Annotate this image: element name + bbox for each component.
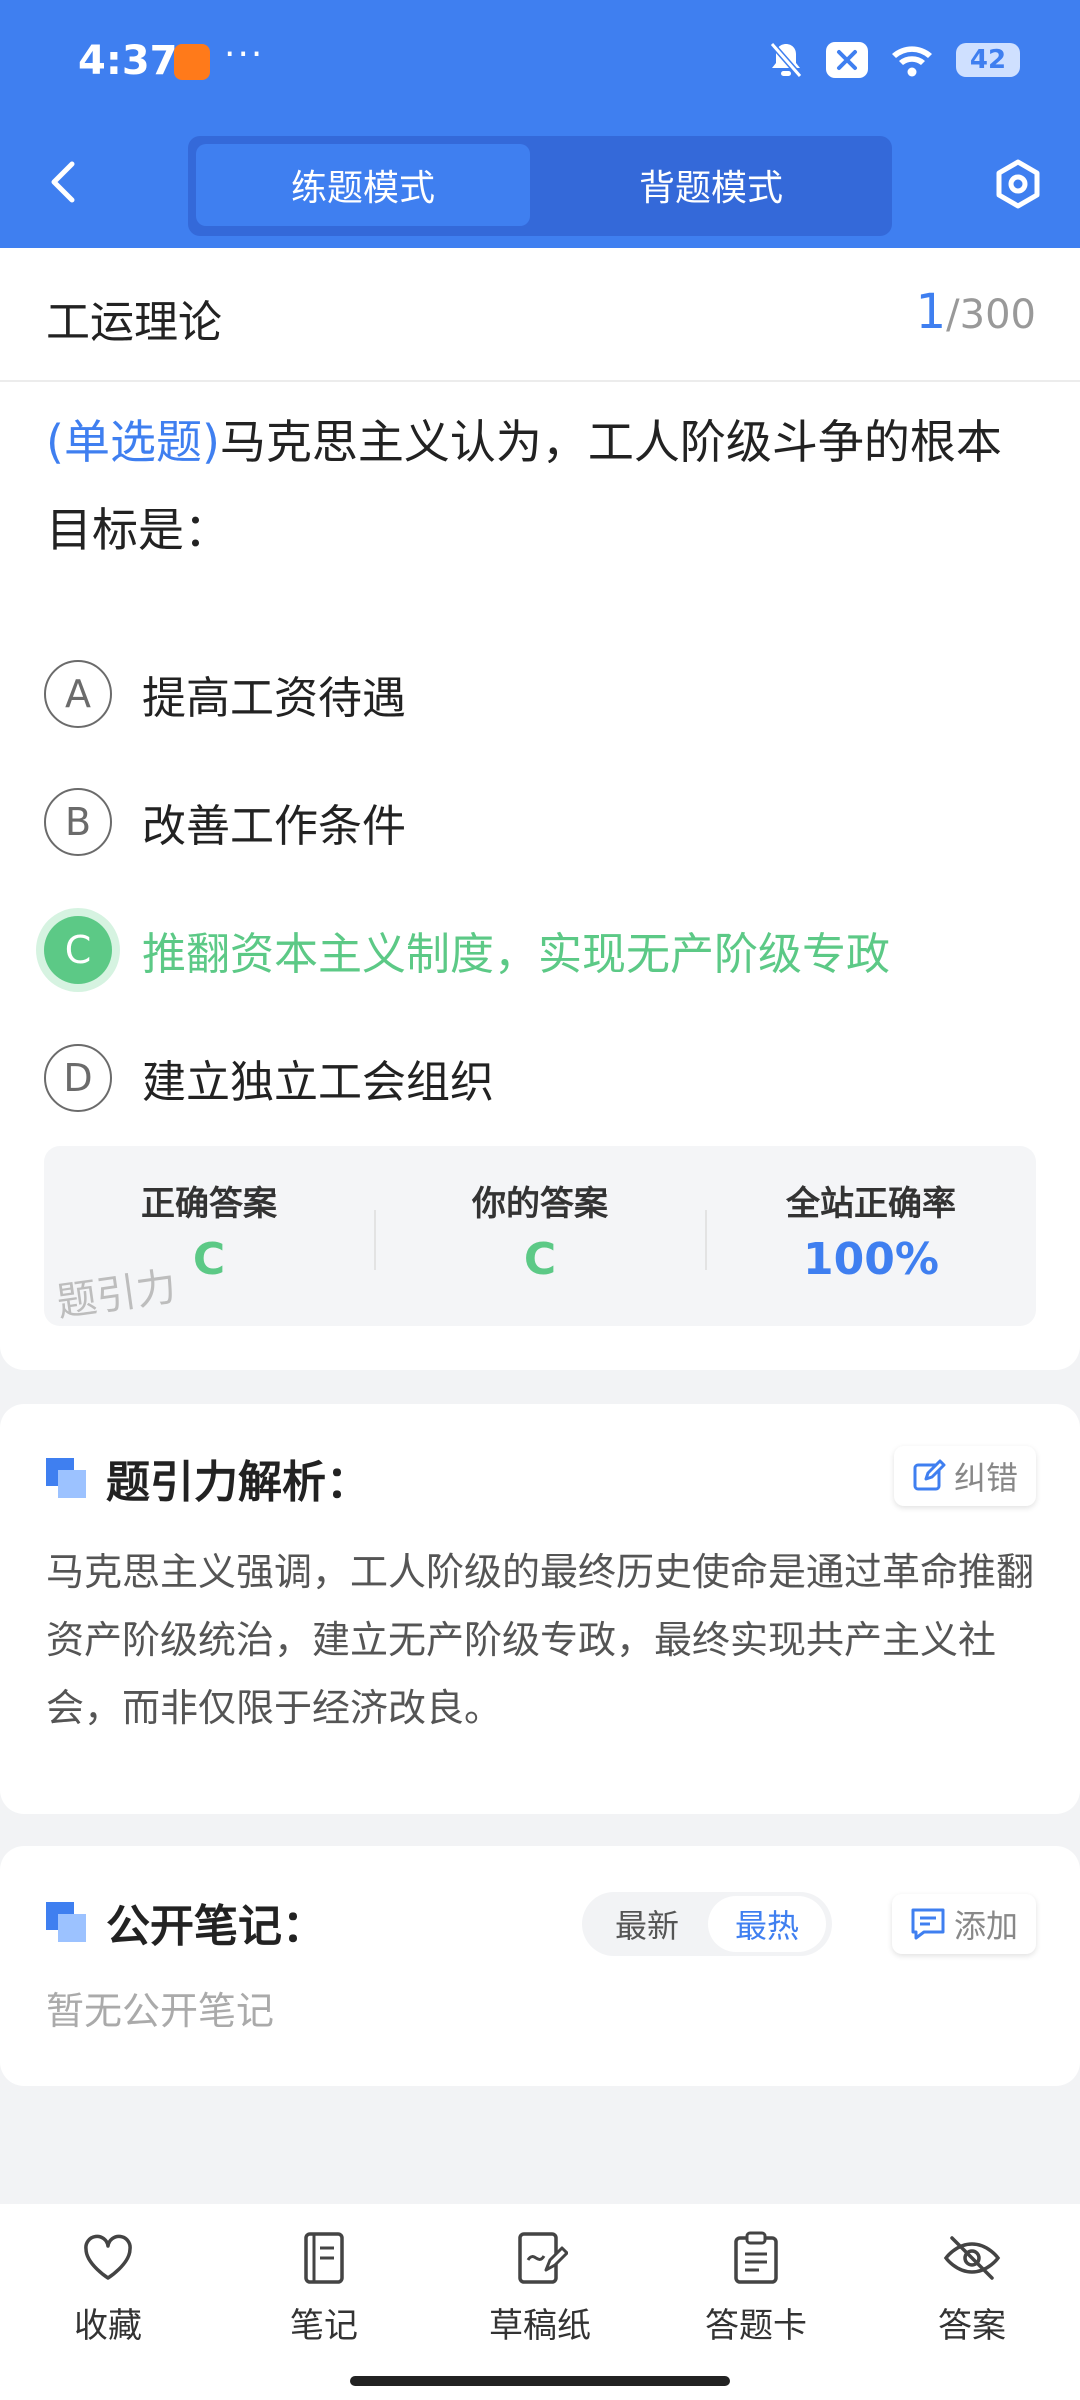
option-b[interactable]: B 改善工作条件 [44, 784, 1034, 860]
nav-draft[interactable]: 草稿纸 [460, 2230, 620, 2347]
question-card: 工运理论 1/300 (单选题)马克思主义认为，工人阶级斗争的根本目标是： A … [0, 248, 1080, 1370]
analysis-title-text: 题引力解析： [106, 1457, 370, 1508]
mode-toggle: 练题模式 背题模式 [188, 136, 892, 236]
edit-icon [913, 1459, 946, 1491]
question-text: (单选题)马克思主义认为，工人阶级斗争的根本目标是： [46, 398, 1036, 574]
status-icons: 42 [768, 40, 1020, 80]
subject-title: 工运理论 [46, 297, 222, 348]
wifi-icon [892, 46, 932, 77]
option-c-text: 推翻资本主义制度，实现无产阶级专政 [142, 929, 890, 980]
notes-title: 公开笔记： [46, 1890, 326, 1954]
nav-notes-label: 笔记 [290, 2306, 358, 2346]
accuracy-col: 全站正确率 100% [706, 1146, 1036, 1326]
battery-indicator: 42 [956, 43, 1020, 77]
nav-favorite-label: 收藏 [74, 2306, 142, 2346]
option-d-letter: D [44, 1044, 112, 1112]
option-b-letter: B [44, 788, 112, 856]
option-a-letter: A [44, 660, 112, 728]
option-a[interactable]: A 提高工资待遇 [44, 656, 1034, 732]
more-notifications-icon: ··· [224, 34, 265, 75]
section-mark-icon [46, 1458, 86, 1498]
subject-row: 工运理论 1/300 [0, 248, 1080, 382]
sort-latest-button[interactable]: 最新 [588, 1896, 706, 1952]
your-answer-col: 你的答案 C [375, 1146, 705, 1326]
eye-off-icon [943, 2236, 1001, 2280]
option-a-text: 提高工资待遇 [142, 673, 406, 724]
back-icon[interactable] [44, 156, 84, 208]
question-counter[interactable]: 1/300 [916, 284, 1036, 340]
comment-icon [911, 1908, 945, 1940]
option-b-text: 改善工作条件 [142, 801, 406, 852]
correct-answer-label: 正确答案 [141, 1184, 277, 1224]
current-question-number: 1 [915, 284, 947, 340]
section-mark-icon [46, 1902, 86, 1942]
report-error-label: 纠错 [953, 1459, 1018, 1497]
notebook-icon [304, 2232, 344, 2284]
answer-card-icon [734, 2231, 778, 2284]
answer-stats: 正确答案 C 你的答案 C 全站正确率 100% 题引力 [44, 1146, 1036, 1326]
draft-icon [518, 2232, 568, 2284]
settings-icon[interactable] [992, 158, 1044, 210]
heart-icon [84, 2234, 132, 2280]
nav-draft-label: 草稿纸 [489, 2306, 591, 2346]
sim-off-icon [826, 42, 868, 78]
your-answer-label: 你的答案 [472, 1184, 608, 1224]
total-questions: /300 [946, 292, 1036, 338]
notes-card: 公开笔记： 最新 最热 添加 暂无公开笔记 [0, 1846, 1080, 2086]
nav-answer-card[interactable]: 答题卡 [676, 2230, 836, 2347]
mode-memorize-tab[interactable]: 背题模式 [538, 144, 884, 226]
nav-answer-card-label: 答题卡 [705, 2306, 807, 2346]
mode-practice-tab[interactable]: 练题模式 [196, 144, 530, 226]
report-error-button[interactable]: 纠错 [893, 1446, 1036, 1506]
bell-off-icon [769, 42, 803, 78]
sort-hottest-button[interactable]: 最热 [708, 1896, 826, 1952]
nav-notes[interactable]: 笔记 [244, 2230, 404, 2347]
status-time: 4:37 [78, 38, 178, 84]
notes-title-text: 公开笔记： [106, 1901, 326, 1952]
add-note-button[interactable]: 添加 [891, 1894, 1036, 1954]
add-note-label: 添加 [953, 1907, 1018, 1945]
accuracy-label: 全站正确率 [786, 1184, 956, 1224]
app-notification-icon [174, 44, 210, 80]
empty-notes-text: 暂无公开笔记 [46, 1989, 275, 2033]
notes-sort-toggle: 最新 最热 [582, 1892, 832, 1956]
accuracy-value: 100% [803, 1234, 939, 1285]
analysis-card: 题引力解析： 纠错 马克思主义强调，工人阶级的最终历史使命是通过革命推翻资产阶级… [0, 1404, 1080, 1814]
question-type: (单选题) [46, 415, 220, 469]
option-c[interactable]: C 推翻资本主义制度，实现无产阶级专政 [44, 912, 1034, 988]
your-answer-value: C [523, 1234, 557, 1285]
option-d-text: 建立独立工会组织 [142, 1057, 494, 1108]
option-d[interactable]: D 建立独立工会组织 [44, 1040, 1034, 1116]
option-c-letter: C [44, 916, 112, 984]
home-indicator[interactable] [350, 2376, 730, 2386]
app-header: 4:37 ··· 42 练题模式 背题模式 [0, 0, 1080, 248]
analysis-title: 题引力解析： [46, 1446, 370, 1510]
nav-answer[interactable]: 答案 [892, 2230, 1052, 2347]
analysis-text: 马克思主义强调，工人阶级的最终历史使命是通过革命推翻资产阶级统治，建立无产阶级专… [46, 1550, 1035, 1730]
nav-favorite[interactable]: 收藏 [28, 2230, 188, 2347]
bottom-toolbar: 收藏 笔记 草稿纸 答题卡 答案 [0, 2204, 1080, 2400]
nav-answer-label: 答案 [938, 2306, 1006, 2346]
